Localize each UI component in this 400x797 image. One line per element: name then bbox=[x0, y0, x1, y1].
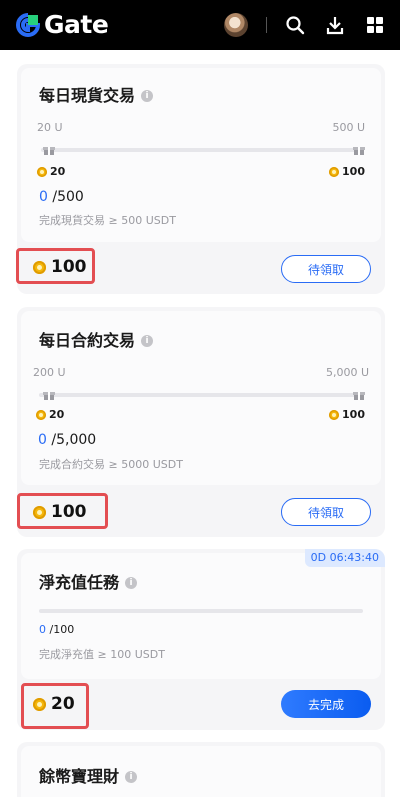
header-divider bbox=[266, 17, 267, 33]
progress-current: 0 bbox=[38, 432, 47, 448]
gift-icon bbox=[353, 147, 365, 155]
task-card-body: 餘幣寶理財 i bbox=[21, 746, 381, 797]
gift-icon bbox=[353, 392, 365, 400]
coin-icon bbox=[33, 505, 46, 519]
points-min: 20 bbox=[36, 408, 64, 422]
task-reward: 100 bbox=[33, 502, 87, 522]
task-progress: 0 /5,000 bbox=[38, 431, 96, 449]
top-navigation-bar: Gate bbox=[0, 0, 400, 50]
task-title: 每日合約交易 i bbox=[39, 331, 154, 351]
progress-total: /500 bbox=[52, 189, 84, 205]
points-max-value: 100 bbox=[342, 408, 365, 421]
points-max: 100 bbox=[329, 408, 365, 422]
progress-total: /100 bbox=[49, 623, 75, 636]
reward-value: 100 bbox=[51, 502, 87, 522]
coin-icon bbox=[33, 697, 46, 711]
task-title-text: 餘幣寶理財 bbox=[39, 767, 120, 786]
task-description: 完成淨充值 ≥ 100 USDT bbox=[39, 648, 165, 661]
task-title-text: 淨充值任務 bbox=[39, 573, 120, 592]
task-card-spot-trading: 每日現貨交易 i 20 U 500 U 20 100 0 /500 完成現貨交易… bbox=[16, 64, 385, 294]
range-min-label: 20 U bbox=[37, 121, 63, 134]
countdown-timer: 0D 06:43:40 bbox=[304, 549, 385, 567]
progress-track bbox=[39, 609, 363, 613]
progress-track bbox=[39, 393, 363, 397]
task-progress: 0 /500 bbox=[39, 188, 84, 206]
coin-icon bbox=[33, 260, 46, 274]
avatar[interactable] bbox=[224, 13, 248, 37]
progress-current: 0 bbox=[39, 189, 48, 205]
points-max-value: 100 bbox=[342, 165, 365, 178]
coin-icon bbox=[329, 410, 340, 420]
task-card-simple-earn: 餘幣寶理財 i bbox=[17, 742, 385, 797]
task-progress: 0 /100 bbox=[39, 621, 74, 639]
task-card-body: 每日現貨交易 i 20 U 500 U 20 100 0 /500 完成現貨交易… bbox=[21, 68, 381, 242]
range-min-label: 200 U bbox=[33, 366, 66, 379]
gate-logo-icon bbox=[16, 13, 40, 37]
go-complete-button[interactable]: 去完成 bbox=[281, 690, 371, 718]
reward-value: 20 bbox=[51, 694, 75, 714]
task-title: 餘幣寶理財 i bbox=[39, 767, 138, 787]
grid-menu-icon[interactable] bbox=[363, 13, 387, 37]
points-max: 100 bbox=[329, 165, 365, 179]
progress-total: /5,000 bbox=[51, 432, 97, 448]
range-max-label: 5,000 U bbox=[325, 366, 369, 379]
task-title-text: 每日現貨交易 bbox=[39, 86, 136, 105]
task-reward: 20 bbox=[33, 694, 75, 714]
task-card-net-deposit: 淨充值任務 i 0 /100 完成淨充值 ≥ 100 USDT 0D 06:43… bbox=[17, 549, 385, 730]
points-min: 20 bbox=[37, 165, 65, 179]
progress-track bbox=[41, 148, 363, 152]
task-description: 完成合約交易 ≥ 5000 USDT bbox=[39, 458, 183, 471]
task-card-body: 淨充值任務 i 0 /100 完成淨充值 ≥ 100 USDT bbox=[21, 553, 381, 679]
search-icon[interactable] bbox=[283, 13, 307, 37]
logo-text: Gate bbox=[44, 10, 109, 39]
info-icon[interactable]: i bbox=[125, 771, 138, 783]
claim-button[interactable]: 待領取 bbox=[281, 498, 371, 526]
info-icon[interactable]: i bbox=[141, 335, 154, 347]
task-card-body: 每日合約交易 i 200 U 5,000 U 20 100 0 /5,000 完… bbox=[21, 311, 381, 485]
points-min-value: 20 bbox=[50, 165, 66, 178]
task-description: 完成現貨交易 ≥ 500 USDT bbox=[39, 214, 176, 227]
points-min-value: 20 bbox=[49, 408, 65, 421]
coin-icon bbox=[37, 167, 47, 177]
task-title: 淨充值任務 i bbox=[39, 573, 138, 593]
task-card-futures-trading: 每日合約交易 i 200 U 5,000 U 20 100 0 /5,000 完… bbox=[17, 307, 385, 537]
claim-button[interactable]: 待領取 bbox=[281, 255, 371, 283]
coin-icon bbox=[36, 410, 46, 420]
gift-icon bbox=[43, 147, 55, 155]
coin-icon bbox=[329, 167, 340, 177]
gate-logo[interactable]: Gate bbox=[16, 10, 109, 40]
task-reward: 100 bbox=[33, 257, 87, 277]
range-max-label: 500 U bbox=[332, 121, 365, 134]
gift-icon bbox=[43, 392, 55, 400]
reward-value: 100 bbox=[51, 257, 87, 277]
download-icon[interactable] bbox=[323, 13, 347, 37]
task-title: 每日現貨交易 i bbox=[39, 86, 154, 106]
info-icon[interactable]: i bbox=[141, 90, 154, 102]
task-title-text: 每日合約交易 bbox=[39, 331, 136, 350]
progress-current: 0 bbox=[39, 623, 46, 636]
info-icon[interactable]: i bbox=[125, 577, 138, 589]
